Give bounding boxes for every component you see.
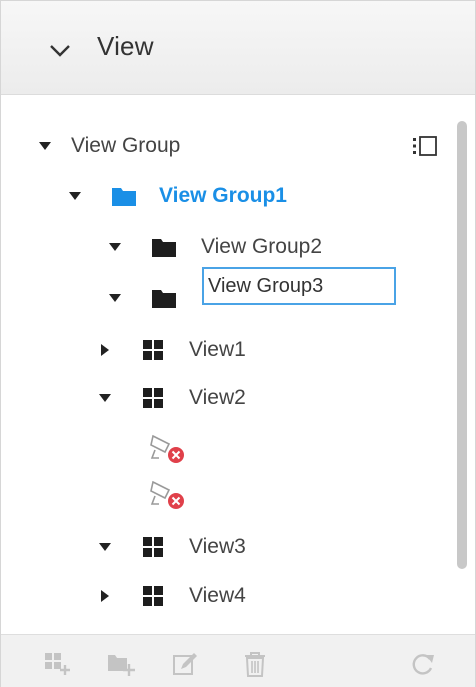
caret-down-icon[interactable] bbox=[97, 539, 113, 555]
tree-node-label: View3 bbox=[189, 535, 246, 558]
tree-node-view-group1[interactable]: View Group1 bbox=[67, 180, 287, 212]
tree-node-view-group2[interactable]: View Group2 bbox=[107, 231, 322, 263]
list-toggle-icon[interactable] bbox=[411, 134, 439, 158]
camera-offline-icon[interactable] bbox=[147, 432, 187, 466]
view-panel-header[interactable]: View bbox=[1, 1, 475, 95]
caret-down-icon[interactable] bbox=[107, 239, 123, 255]
tree-toolbar bbox=[1, 634, 475, 687]
tree-node-label: View4 bbox=[189, 584, 246, 607]
tree-node-view-group3[interactable] bbox=[107, 282, 177, 314]
tree-node-view4[interactable]: View4 bbox=[97, 580, 246, 612]
add-view-icon[interactable] bbox=[43, 651, 71, 677]
add-group-icon[interactable] bbox=[107, 651, 135, 677]
folder-icon bbox=[152, 290, 176, 308]
folder-icon bbox=[152, 239, 176, 257]
grid-view-icon bbox=[143, 586, 163, 606]
tree-node-label: View1 bbox=[189, 338, 246, 361]
caret-down-icon[interactable] bbox=[107, 290, 123, 306]
delete-icon[interactable] bbox=[241, 651, 269, 677]
grid-view-icon bbox=[143, 537, 163, 557]
tree-node-view1[interactable]: View1 bbox=[97, 334, 246, 366]
caret-right-icon[interactable] bbox=[97, 588, 113, 604]
tree-node-root[interactable]: View Group bbox=[37, 130, 180, 162]
folder-icon bbox=[112, 188, 136, 206]
tree-node-label: View Group1 bbox=[159, 184, 287, 207]
tree-node-view3[interactable]: View3 bbox=[97, 531, 246, 563]
caret-down-icon[interactable] bbox=[97, 390, 113, 406]
camera-offline-icon[interactable] bbox=[147, 478, 187, 512]
tree-node-label: View Group2 bbox=[201, 235, 323, 258]
caret-down-icon[interactable] bbox=[37, 138, 53, 154]
panel-title: View bbox=[97, 31, 154, 61]
view-tree: View Group View Group1 View Group2 View1… bbox=[1, 94, 475, 634]
scrollbar[interactable] bbox=[457, 121, 467, 569]
tree-node-label: View Group bbox=[71, 134, 181, 157]
rename-input[interactable] bbox=[202, 267, 396, 305]
grid-view-icon bbox=[143, 388, 163, 408]
chevron-down-icon[interactable] bbox=[47, 37, 73, 63]
edit-icon[interactable] bbox=[172, 651, 200, 677]
tree-node-label: View2 bbox=[189, 386, 246, 409]
tree-node-view2[interactable]: View2 bbox=[97, 382, 246, 414]
grid-view-icon bbox=[143, 340, 163, 360]
caret-right-icon[interactable] bbox=[97, 342, 113, 358]
view-panel: View View Group View Group1 View Group2 … bbox=[0, 0, 476, 687]
caret-down-icon[interactable] bbox=[67, 188, 83, 204]
refresh-icon[interactable] bbox=[409, 651, 437, 677]
